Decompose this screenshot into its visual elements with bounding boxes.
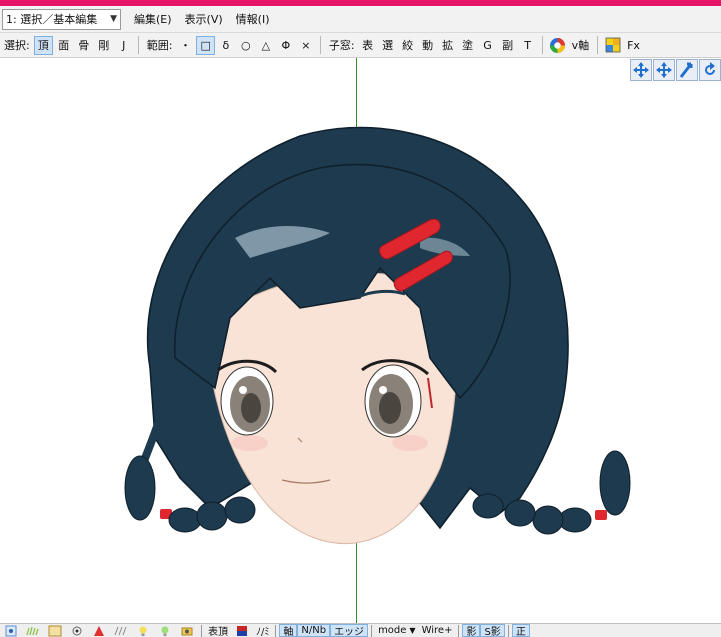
color-wheel-icon[interactable] [548,36,567,55]
bulb-icon[interactable] [156,624,174,637]
menu-view[interactable]: 表示(V) [185,11,223,27]
subwindow-label: 子窓: [328,39,355,52]
range-rect-button[interactable]: □ [196,35,215,55]
subwin-paint-button[interactable]: 塗 [459,36,477,55]
texture-icon[interactable] [46,624,64,637]
subwin-sub-button[interactable]: 副 [499,36,517,55]
range-point-button[interactable]: ・ [176,36,194,55]
character-model [124,126,631,545]
right-cheek [392,435,428,451]
view-controls [630,59,721,81]
select-face-button[interactable]: 面 [55,36,73,55]
hatch-icon[interactable] [112,624,130,637]
statusbar-divider [371,624,373,637]
left-cheek [232,435,268,451]
grass-icon[interactable] [24,624,42,637]
menu-info[interactable]: 情報(I) [236,11,270,27]
toolbar-divider [541,36,543,54]
statusbar: 表頂 ﾉ/ﾐ 軸 N/Nb エッジ mode ▼ Wire+ 影 S影 正 [0,623,721,637]
mode-dropdown-label: mode [378,625,407,636]
self-shadow-toggle[interactable]: S影 [480,624,505,637]
fx-button[interactable]: Fx [624,36,643,55]
wire-toggle[interactable]: Wire+ [419,624,456,637]
range-phi-button[interactable]: Φ [277,36,295,55]
slash-label[interactable]: ﾉ/ﾐ [253,624,272,637]
front-view-toggle[interactable]: 正 [511,624,530,637]
subwin-t-button[interactable]: T [519,36,537,55]
range-label: 範囲: [146,39,173,52]
subwin-group-button[interactable]: G [479,36,497,55]
subwin-filter-button[interactable]: 絞 [399,36,417,55]
statusbar-divider [275,624,277,637]
selection-mode-icon[interactable] [2,624,20,637]
camera-icon[interactable] [178,624,196,637]
edge-toggle[interactable]: エッジ [330,624,369,637]
range-clear-button[interactable]: × [297,36,315,55]
v-axis-button[interactable]: v軸 [569,36,593,55]
light-icon[interactable] [134,624,152,637]
select-vertex-button[interactable]: 頂 [33,35,53,55]
subwin-scale-button[interactable]: 拡 [439,36,457,55]
statusbar-divider [458,624,460,637]
range-triangle-button[interactable]: △ [257,36,275,55]
mode-dropdown[interactable]: mode ▼ [375,624,419,637]
range-circle-button[interactable]: ○ [237,36,255,55]
rotate-view-icon[interactable] [699,59,721,81]
triangle-icon[interactable] [90,624,108,637]
edit-toolbar: 選択: 頂 面 骨 剛 J 範囲: ・ □ δ ○ △ Φ × 子窓: 表 選 … [0,33,721,58]
point-icon[interactable] [68,624,86,637]
toolbar-divider [597,36,599,54]
chevron-down-icon: ▼ [110,14,117,24]
mode-select-value: 1: 選択／基本編集 [6,13,98,26]
subwin-select-button[interactable]: 選 [379,36,397,55]
select-rigid-button[interactable]: 剛 [95,36,113,55]
color-swatch-icon[interactable] [233,624,251,637]
shadow-toggle[interactable]: 影 [462,624,481,637]
chevron-down-icon: ▼ [409,626,416,635]
statusbar-divider [201,624,202,637]
pan-view-icon[interactable] [653,59,675,81]
subwin-move-button[interactable]: 動 [419,36,437,55]
mode-select[interactable]: 1: 選択／基本編集 ▼ [2,8,121,30]
move-view-icon[interactable] [630,59,652,81]
normal-toggle[interactable]: N/Nb [297,624,331,637]
zoom-view-icon[interactable] [676,59,698,81]
select-joint-button[interactable]: J [115,36,133,55]
table-vertex-label[interactable]: 表頂 [205,624,231,637]
select-bone-button[interactable]: 骨 [75,36,93,55]
menu-edit[interactable]: 編集(E) [134,11,172,27]
subwin-table-button[interactable]: 表 [359,36,377,55]
3d-viewport[interactable] [0,58,721,623]
statusbar-divider [507,624,509,637]
menubar: 1: 選択／基本編集 ▼ 編集(E) 表示(V) 情報(I) [0,6,721,33]
toolbar-divider [319,36,321,54]
select-label: 選択: [4,39,30,52]
axis-toggle[interactable]: 軸 [279,624,298,637]
toolbar-divider [137,36,139,54]
grid-color-icon[interactable] [603,36,622,55]
range-delta-button[interactable]: δ [217,36,235,55]
